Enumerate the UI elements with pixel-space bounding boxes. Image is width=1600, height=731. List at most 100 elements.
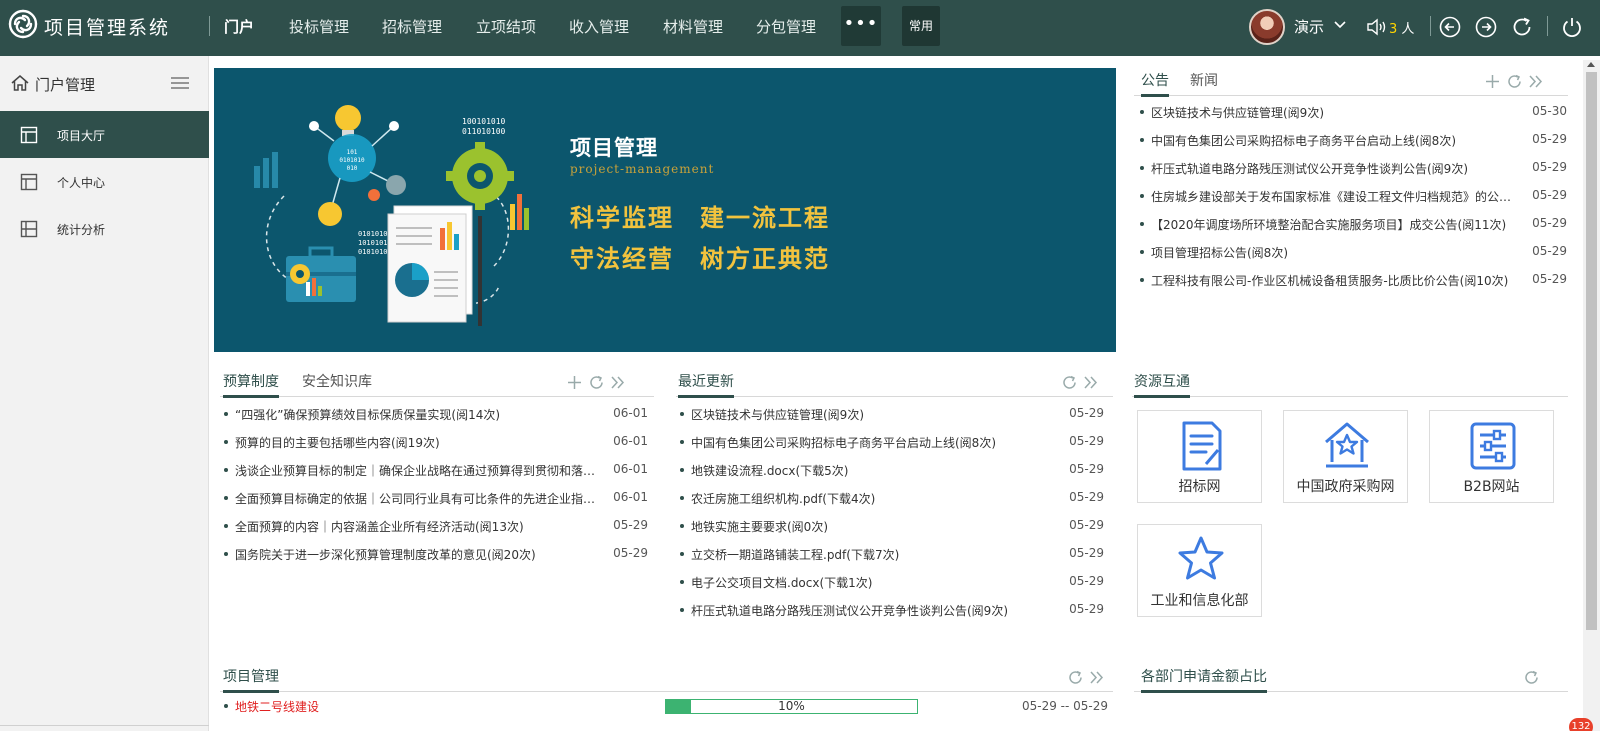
list-item[interactable]: 工程科技有限公司-作业区机械设备租赁服务-比质比价公告(阅10次) 05-29 xyxy=(1139,270,1567,290)
scroll-up-icon[interactable] xyxy=(1587,62,1595,67)
resource-tender-site[interactable]: 招标网 xyxy=(1137,410,1262,503)
bullet xyxy=(224,552,228,556)
item-title[interactable]: 国务院关于进一步深化预算管理制度改革的意见(阅20次) xyxy=(235,546,599,563)
item-title[interactable]: 农迁房施工组织机构.pdf(下载4次) xyxy=(691,490,1055,507)
plus-icon[interactable] xyxy=(566,374,583,391)
sidebar-item-personal-center[interactable]: 个人中心 xyxy=(0,158,209,205)
item-title[interactable]: 中国有色集团公司采购招标电子商务平台启动上线(阅8次) xyxy=(691,434,1055,451)
refresh-icon[interactable] xyxy=(588,374,605,391)
tab-news[interactable]: 新闻 xyxy=(1190,70,1218,94)
double-chevron-right-icon[interactable] xyxy=(1082,374,1099,391)
tab-resources[interactable]: 资源互通 xyxy=(1134,371,1190,398)
volume-icon[interactable] xyxy=(1366,17,1388,37)
nav-materials[interactable]: 材料管理 xyxy=(663,16,723,37)
list-item[interactable]: 住房城乡建设部关于发布国家标准《建设工程文件归档规范》的公告(阅5次) 05-29 xyxy=(1139,186,1567,206)
refresh-icon[interactable] xyxy=(1061,374,1078,391)
scrollbar[interactable] xyxy=(1583,60,1600,731)
power-icon[interactable] xyxy=(1560,15,1584,39)
item-title[interactable]: 预算的目的主要包括哪些内容(阅19次) xyxy=(235,434,599,451)
item-title[interactable]: 杆压式轨道电路分路残压测试仪公开竞争性谈判公告(阅9次) xyxy=(691,602,1055,619)
tab-budget-policy[interactable]: 预算制度 xyxy=(223,371,279,398)
double-chevron-right-icon[interactable] xyxy=(609,374,626,391)
list-item[interactable]: 项目管理招标公告(阅8次) 05-29 xyxy=(1139,242,1567,262)
list-item[interactable]: “四强化”确保预算绩效目标保质保量实现(阅14次) 06-01 xyxy=(223,404,648,424)
layout-icon xyxy=(20,220,38,238)
list-item[interactable]: 中国有色集团公司采购招标电子商务平台启动上线(阅8次) 05-29 xyxy=(1139,130,1567,150)
refresh-icon[interactable] xyxy=(1510,15,1534,39)
item-title[interactable]: 浅谈企业预算目标的制定｜确保企业战略在通过预算得到贯彻和落实(阅6次) xyxy=(235,462,599,479)
item-title[interactable]: 工程科技有限公司-作业区机械设备租赁服务-比质比价公告(阅10次) xyxy=(1151,272,1515,289)
tab-recent-updates[interactable]: 最近更新 xyxy=(678,371,734,398)
item-title[interactable]: 电子公交项目文档.docx(下载1次) xyxy=(691,574,1055,591)
list-item[interactable]: 杆压式轨道电路分路残压测试仪公开竞争性谈判公告(阅9次) 05-29 xyxy=(679,600,1104,620)
item-title[interactable]: “四强化”确保预算绩效目标保质保量实现(阅14次) xyxy=(235,406,599,423)
item-title[interactable]: 杆压式轨道电路分路残压测试仪公开竞争性谈判公告(阅9次) xyxy=(1151,160,1515,177)
list-item[interactable]: 浅谈企业预算目标的制定｜确保企业战略在通过预算得到贯彻和落实(阅6次) 06-01 xyxy=(223,460,648,480)
refresh-icon[interactable] xyxy=(1506,73,1523,90)
project-name[interactable]: 地铁二号线建设 xyxy=(235,698,319,715)
sidebar-item-statistics[interactable]: 统计分析 xyxy=(0,205,209,252)
forward-icon[interactable] xyxy=(1474,15,1498,39)
item-title[interactable]: 地铁实施主要要求(阅0次) xyxy=(691,518,1055,535)
item-title[interactable]: 地铁建设流程.docx(下载5次) xyxy=(691,462,1055,479)
list-item[interactable]: 全面预算的内容｜内容涵盖企业所有经济活动(阅13次) 05-29 xyxy=(223,516,648,536)
bullet xyxy=(680,608,684,612)
item-title[interactable]: 全面预算目标确定的依据｜公司同行业具有可比条件的先进企业指标(阅7次) xyxy=(235,490,599,507)
list-item[interactable]: 【2020年调度场所环境整治配合实施服务项目】成交公告(阅11次) 05-29 xyxy=(1139,214,1567,234)
list-item[interactable]: 杆压式轨道电路分路残压测试仪公开竞争性谈判公告(阅9次) 05-29 xyxy=(1139,158,1567,178)
item-title[interactable]: 立交桥一期道路铺装工程.pdf(下载7次) xyxy=(691,546,1055,563)
more-menu-button[interactable]: ••• xyxy=(841,6,881,46)
tab-announcements[interactable]: 公告 xyxy=(1141,70,1169,97)
layout-icon xyxy=(20,173,38,191)
refresh-icon[interactable] xyxy=(1523,669,1540,686)
list-item[interactable]: 农迁房施工组织机构.pdf(下载4次) 05-29 xyxy=(679,488,1104,508)
double-chevron-right-icon[interactable] xyxy=(1088,669,1105,686)
double-chevron-right-icon[interactable] xyxy=(1527,73,1544,90)
item-title[interactable]: 住房城乡建设部关于发布国家标准《建设工程文件归档规范》的公告(阅5次) xyxy=(1151,188,1515,205)
list-item[interactable]: 全面预算目标确定的依据｜公司同行业具有可比条件的先进企业指标(阅7次) 06-01 xyxy=(223,488,648,508)
item-title[interactable]: 区块链技术与供应链管理(阅9次) xyxy=(691,406,1055,423)
notification-badge[interactable]: 132 xyxy=(1569,718,1593,731)
item-title[interactable]: 全面预算的内容｜内容涵盖企业所有经济活动(阅13次) xyxy=(235,518,599,535)
project-illustration-icon: 101 0101010 010 100101010 011010100 0101… xyxy=(254,105,529,326)
list-item[interactable]: 立交桥一期道路铺装工程.pdf(下载7次) 05-29 xyxy=(679,544,1104,564)
tab-dept-amount-ratio[interactable]: 各部门申请金额占比 xyxy=(1141,666,1267,693)
sidebar-item-label: 统计分析 xyxy=(57,223,106,237)
list-item[interactable]: 区块链技术与供应链管理(阅9次) 05-30 xyxy=(1139,102,1567,122)
avatar[interactable] xyxy=(1249,9,1285,45)
item-title[interactable]: 项目管理招标公告(阅8次) xyxy=(1151,244,1515,261)
list-item[interactable]: 地铁建设流程.docx(下载5次) 05-29 xyxy=(679,460,1104,480)
item-title[interactable]: 【2020年调度场所环境整治配合实施服务项目】成交公告(阅11次) xyxy=(1151,216,1515,233)
nav-bidding[interactable]: 投标管理 xyxy=(289,16,349,37)
back-icon[interactable] xyxy=(1438,15,1462,39)
list-item[interactable]: 电子公交项目文档.docx(下载1次) 05-29 xyxy=(679,572,1104,592)
list-item[interactable]: 预算的目的主要包括哪些内容(阅19次) 06-01 xyxy=(223,432,648,452)
common-button[interactable]: 常用 xyxy=(902,6,940,46)
refresh-icon[interactable] xyxy=(1067,669,1084,686)
list-item[interactable]: 地铁实施主要要求(阅0次) 05-29 xyxy=(679,516,1104,536)
menu-toggle-icon[interactable] xyxy=(170,75,190,91)
nav-subcontract[interactable]: 分包管理 xyxy=(756,16,816,37)
tab-safety-knowledge[interactable]: 安全知识库 xyxy=(302,371,372,395)
logo-icon xyxy=(8,9,38,39)
recent-header: 最近更新 xyxy=(676,367,1113,398)
list-item[interactable]: 中国有色集团公司采购招标电子商务平台启动上线(阅8次) 05-29 xyxy=(679,432,1104,452)
nav-project-setup[interactable]: 立项结项 xyxy=(476,16,536,37)
chevron-down-icon[interactable] xyxy=(1333,18,1347,32)
list-item[interactable]: 国务院关于进一步深化预算管理制度改革的意见(阅20次) 05-29 xyxy=(223,544,648,564)
sidebar-item-project-hall[interactable]: 项目大厅 xyxy=(0,111,209,158)
scroll-thumb[interactable] xyxy=(1586,72,1597,630)
tab-project-management[interactable]: 项目管理 xyxy=(223,666,279,693)
list-item[interactable]: 区块链技术与供应链管理(阅9次) 05-29 xyxy=(679,404,1104,424)
nav-income[interactable]: 收入管理 xyxy=(569,16,629,37)
resource-miit[interactable]: 工业和信息化部 xyxy=(1137,524,1262,617)
item-title[interactable]: 中国有色集团公司采购招标电子商务平台启动上线(阅8次) xyxy=(1151,132,1515,149)
nav-tendering[interactable]: 招标管理 xyxy=(382,16,442,37)
resource-gov-procurement[interactable]: 中国政府采购网 xyxy=(1283,410,1408,503)
user-name[interactable]: 演示 xyxy=(1294,16,1324,37)
plus-icon[interactable] xyxy=(1484,73,1501,90)
resource-b2b[interactable]: B2B网站 xyxy=(1429,410,1554,503)
nav-portal[interactable]: 门户 xyxy=(224,16,254,37)
item-title[interactable]: 区块链技术与供应链管理(阅9次) xyxy=(1151,104,1515,121)
bullet xyxy=(1140,138,1144,142)
